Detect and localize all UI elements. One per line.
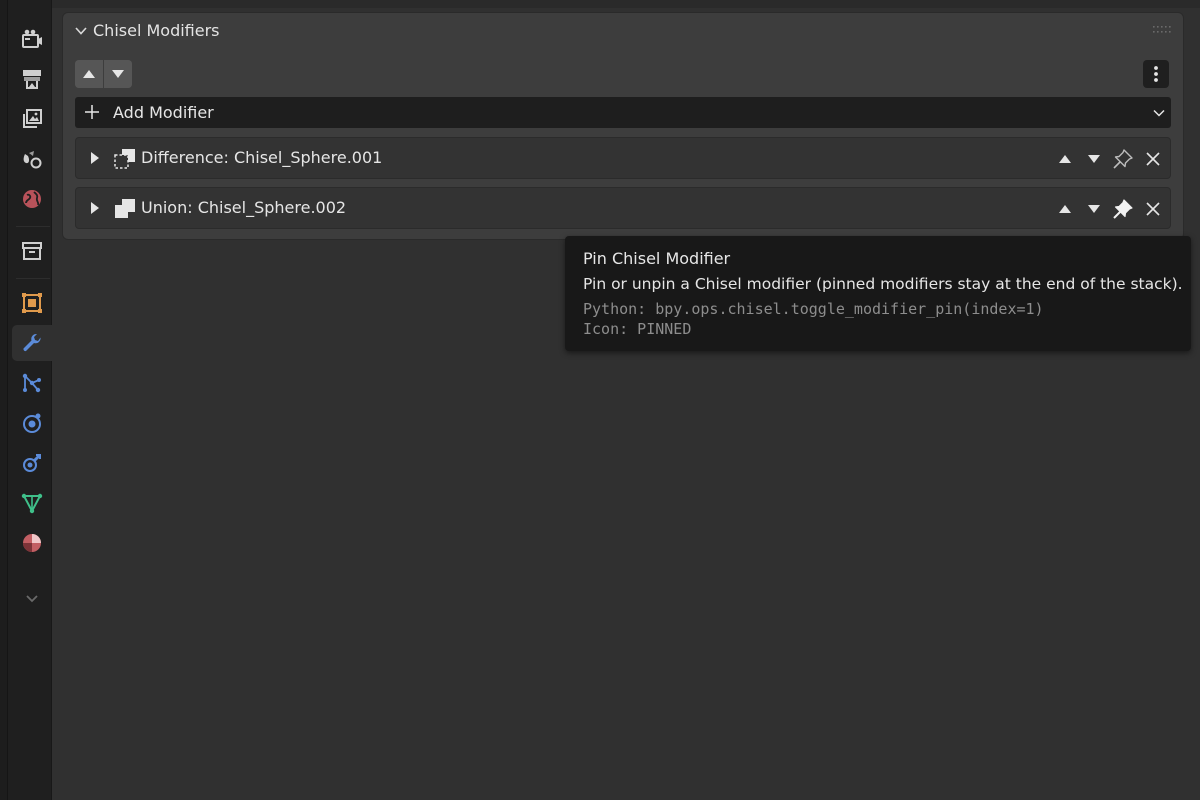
triangle-up-icon bbox=[1059, 205, 1071, 213]
chisel-modifiers-panel: Chisel Modifiers Add Modifier Difference… bbox=[62, 12, 1184, 240]
object-data-icon bbox=[21, 493, 43, 514]
tab-more[interactable] bbox=[12, 580, 52, 616]
tab-separator bbox=[16, 226, 50, 227]
render-icon bbox=[22, 29, 42, 48]
triangle-down-icon bbox=[112, 70, 124, 78]
panel-header[interactable]: Chisel Modifiers bbox=[63, 13, 1183, 49]
modifier-wrench-icon bbox=[23, 333, 41, 352]
drag-grip-icon[interactable] bbox=[1153, 26, 1171, 34]
move-buttons-group bbox=[75, 60, 132, 88]
plus-icon bbox=[85, 105, 99, 119]
editor-edge-strip bbox=[0, 0, 8, 800]
triangle-down-icon bbox=[1088, 155, 1100, 163]
tab-object-data[interactable] bbox=[12, 485, 52, 521]
tooltip: Pin Chisel Modifier Pin or unpin a Chise… bbox=[565, 236, 1191, 351]
move-up-button[interactable] bbox=[75, 60, 103, 88]
content-top-strip bbox=[52, 0, 1200, 8]
collection-icon bbox=[22, 242, 42, 260]
particles-icon bbox=[22, 373, 41, 393]
expand-triangle-icon[interactable] bbox=[90, 202, 100, 214]
modifier-pin-button[interactable] bbox=[1112, 198, 1134, 220]
modifier-pin-button[interactable] bbox=[1112, 148, 1134, 170]
tooltip-icon-name: Icon: PINNED bbox=[583, 320, 692, 338]
modifier-move-down-button[interactable] bbox=[1083, 148, 1105, 170]
collapse-chevron-icon[interactable] bbox=[73, 23, 89, 39]
close-icon bbox=[1146, 202, 1160, 216]
modifier-remove-button[interactable] bbox=[1142, 198, 1164, 220]
constraints-icon bbox=[23, 453, 42, 472]
tab-constraints[interactable] bbox=[12, 445, 52, 481]
tab-world[interactable] bbox=[12, 181, 52, 217]
modifier-row[interactable]: Difference: Chisel_Sphere.001 bbox=[75, 137, 1171, 179]
tab-output[interactable] bbox=[12, 61, 52, 97]
view-layer-icon bbox=[23, 109, 42, 128]
pin-icon bbox=[1113, 149, 1133, 169]
modifier-move-up-button[interactable] bbox=[1054, 198, 1076, 220]
tab-object[interactable] bbox=[12, 285, 52, 321]
modifier-remove-button[interactable] bbox=[1142, 148, 1164, 170]
expand-triangle-icon[interactable] bbox=[90, 152, 100, 164]
tab-particles[interactable] bbox=[12, 365, 52, 401]
properties-tab-sidebar bbox=[8, 0, 52, 800]
tab-modifiers[interactable] bbox=[12, 325, 52, 361]
tooltip-description: Pin or unpin a Chisel modifier (pinned m… bbox=[583, 275, 1183, 293]
tab-view-layer[interactable] bbox=[12, 101, 52, 137]
scene-icon bbox=[23, 151, 42, 169]
pinned-icon bbox=[1113, 199, 1133, 219]
modifier-move-up-button[interactable] bbox=[1054, 148, 1076, 170]
material-icon bbox=[23, 534, 41, 552]
triangle-up-icon bbox=[1059, 155, 1071, 163]
tab-render[interactable] bbox=[12, 21, 52, 57]
difference-icon bbox=[114, 149, 135, 169]
kebab-menu-icon bbox=[1154, 66, 1158, 82]
tooltip-python: Python: bpy.ops.chisel.toggle_modifier_p… bbox=[583, 300, 1044, 318]
modifier-move-down-button[interactable] bbox=[1083, 198, 1105, 220]
tooltip-title: Pin Chisel Modifier bbox=[583, 249, 731, 268]
tab-scene[interactable] bbox=[12, 141, 52, 177]
add-modifier-dropdown[interactable]: Add Modifier bbox=[75, 97, 1171, 128]
options-menu-button[interactable] bbox=[1143, 60, 1169, 88]
triangle-down-icon bbox=[1088, 205, 1100, 213]
more-chevron-icon bbox=[26, 595, 38, 603]
object-icon bbox=[22, 293, 42, 313]
chevron-down-icon bbox=[1153, 109, 1165, 117]
physics-icon bbox=[23, 413, 41, 433]
triangle-up-icon bbox=[83, 70, 95, 78]
add-modifier-label: Add Modifier bbox=[113, 103, 214, 122]
union-icon bbox=[115, 199, 135, 218]
tab-material[interactable] bbox=[12, 525, 52, 561]
move-down-button[interactable] bbox=[103, 60, 132, 88]
tab-collection[interactable] bbox=[12, 233, 52, 269]
modifier-row[interactable]: Union: Chisel_Sphere.002 bbox=[75, 187, 1171, 229]
modifier-label: Union: Chisel_Sphere.002 bbox=[141, 198, 347, 217]
tab-physics[interactable] bbox=[12, 405, 52, 441]
modifier-label: Difference: Chisel_Sphere.001 bbox=[141, 148, 383, 167]
panel-title: Chisel Modifiers bbox=[93, 21, 220, 40]
tab-separator bbox=[16, 278, 50, 279]
close-icon bbox=[1146, 152, 1160, 166]
output-icon bbox=[23, 70, 41, 89]
world-icon bbox=[23, 190, 41, 208]
